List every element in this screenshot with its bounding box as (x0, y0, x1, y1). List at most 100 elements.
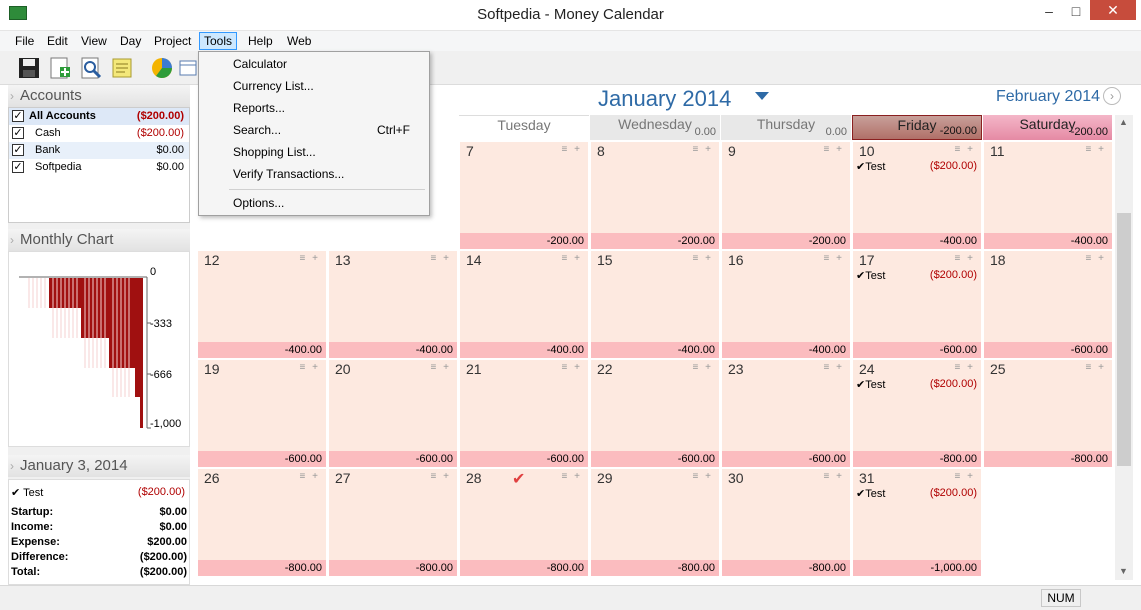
vertical-scrollbar[interactable]: ▲ ▼ (1115, 115, 1133, 580)
calendar-day-cell[interactable]: 7 ≡ + -200.00 (460, 142, 588, 249)
calendar-day-cell[interactable]: 26 ≡ + -800.00 (198, 469, 326, 576)
scroll-thumb[interactable] (1117, 213, 1131, 466)
note-add-icon[interactable]: ≡ + (300, 362, 320, 373)
note-add-icon[interactable]: ≡ + (824, 471, 844, 482)
calendar-day-cell[interactable]: 9 ≡ + -200.00 (722, 142, 850, 249)
menu-file[interactable]: File (11, 32, 38, 50)
calendar-day-cell[interactable]: 17 ≡ + ✔Test ($200.00) -600.00 (853, 251, 981, 358)
calendar-day-cell[interactable]: 12 ≡ + -400.00 (198, 251, 326, 358)
note-add-icon[interactable]: ≡ + (955, 471, 975, 482)
checkbox[interactable]: ✓ (12, 110, 24, 122)
note-add-icon[interactable]: ≡ + (1086, 144, 1106, 155)
calendar-day-cell[interactable]: 24 ≡ + ✔Test ($200.00) -800.00 (853, 360, 981, 467)
calendar-day-cell[interactable]: 19 ≡ + -600.00 (198, 360, 326, 467)
next-month-link[interactable]: February 2014 (996, 88, 1100, 106)
calendar-day-cell[interactable]: 29 ≡ + -800.00 (591, 469, 719, 576)
note-add-icon[interactable]: ≡ + (693, 362, 713, 373)
menu-web[interactable]: Web (283, 32, 315, 50)
note-add-icon[interactable]: ≡ + (300, 471, 320, 482)
calendar-day-cell[interactable]: 16 ≡ + -400.00 (722, 251, 850, 358)
note-add-icon[interactable]: ≡ + (824, 144, 844, 155)
note-add-icon[interactable]: ≡ + (1086, 253, 1106, 264)
cell-transaction[interactable]: ✔Test ($200.00) (856, 378, 977, 392)
note-add-icon[interactable]: ≡ + (562, 362, 582, 373)
account-row-bank[interactable]: ✓ Bank $0.00 (9, 142, 189, 159)
note-add-icon[interactable]: ≡ + (693, 144, 713, 155)
calendar-day-cell[interactable]: 31 ≡ + ✔Test ($200.00) -1,000.00 (853, 469, 981, 576)
calendar-day-cell[interactable]: 15 ≡ + -400.00 (591, 251, 719, 358)
menu-edit[interactable]: Edit (43, 32, 72, 50)
calendar-day-cell[interactable]: 11 ≡ + -400.00 (984, 142, 1112, 249)
scroll-down-arrow-icon[interactable]: ▼ (1119, 566, 1128, 576)
note-add-icon[interactable]: ≡ + (562, 144, 582, 155)
note-add-icon[interactable]: ≡ + (562, 253, 582, 264)
cell-transaction[interactable]: ✔Test ($200.00) (856, 160, 977, 174)
calendar-day-cell[interactable]: 30 ≡ + -800.00 (722, 469, 850, 576)
menu-currency-list[interactable]: Currency List... (233, 75, 314, 97)
note-add-icon[interactable]: ≡ + (955, 253, 975, 264)
menu-shopping-list[interactable]: Shopping List... (233, 141, 316, 163)
close-button[interactable]: ✕ (1090, 0, 1136, 20)
calendar-day-cell[interactable]: 18 ≡ + -600.00 (984, 251, 1112, 358)
note-add-icon[interactable]: ≡ + (431, 471, 451, 482)
checkbox[interactable]: ✓ (12, 161, 24, 173)
menu-help[interactable]: Help (244, 32, 277, 50)
note-add-icon[interactable]: ≡ + (955, 362, 975, 373)
menu-separator (229, 189, 425, 190)
next-month-arrow-icon[interactable]: › (1103, 87, 1121, 105)
calendar-day-cell[interactable]: 28 ≡ + ✔ -800.00 (460, 469, 588, 576)
menu-calculator[interactable]: Calculator (233, 53, 287, 75)
menu-reports[interactable]: Reports... (233, 97, 285, 119)
scroll-up-arrow-icon[interactable]: ▲ (1119, 117, 1128, 127)
day-number: 31 (859, 470, 875, 486)
calendar-day-cell[interactable]: 21 ≡ + -600.00 (460, 360, 588, 467)
day-transaction[interactable]: ✔ Test ($200.00) (11, 486, 187, 500)
cell-transaction[interactable]: ✔Test ($200.00) (856, 269, 977, 283)
monthly-chart-title: Monthly Chart (20, 231, 114, 248)
chart-tick-label: 0 (150, 266, 157, 278)
note-add-icon[interactable]: ≡ + (300, 253, 320, 264)
calendar-day-cell[interactable]: 25 ≡ + -800.00 (984, 360, 1112, 467)
note-add-icon[interactable]: ≡ + (431, 253, 451, 264)
calendar-day-cell[interactable]: 20 ≡ + -600.00 (329, 360, 457, 467)
calendar-day-cell[interactable]: 8 ≡ + -200.00 (591, 142, 719, 249)
minimize-button[interactable]: – (1036, 0, 1062, 22)
calendar-day-cell[interactable]: 23 ≡ + -600.00 (722, 360, 850, 467)
notes-icon[interactable] (110, 56, 134, 80)
menu-tools[interactable]: Tools (199, 32, 238, 50)
find-icon[interactable] (79, 56, 103, 80)
note-add-icon[interactable]: ≡ + (693, 471, 713, 482)
note-add-icon[interactable]: ≡ + (955, 144, 975, 155)
month-dropdown-icon[interactable] (755, 92, 769, 100)
cell-transaction[interactable]: ✔Test ($200.00) (856, 487, 977, 501)
save-icon[interactable] (17, 56, 41, 80)
note-add-icon[interactable]: ≡ + (824, 362, 844, 373)
account-row-cash[interactable]: ✓ Cash ($200.00) (9, 125, 189, 142)
add-transaction-icon[interactable] (48, 56, 72, 80)
calendar-day-cell[interactable]: 22 ≡ + -600.00 (591, 360, 719, 467)
account-row-softpedia[interactable]: ✓ Softpedia $0.00 (9, 159, 189, 176)
account-row-all[interactable]: ✓ All Accounts ($200.00) (9, 108, 189, 125)
menu-project[interactable]: Project (150, 32, 195, 50)
menu-verify-transactions[interactable]: Verify Transactions... (233, 163, 344, 185)
checkbox[interactable]: ✓ (12, 127, 24, 139)
day-number: 16 (728, 252, 744, 268)
menu-search[interactable]: Search... (233, 119, 281, 141)
note-add-icon[interactable]: ≡ + (824, 253, 844, 264)
calendar-day-cell[interactable]: 27 ≡ + -800.00 (329, 469, 457, 576)
calendar-day-cell[interactable]: 14 ≡ + -400.00 (460, 251, 588, 358)
calendar-day-cell[interactable]: 13 ≡ + -400.00 (329, 251, 457, 358)
checkbox[interactable]: ✓ (12, 144, 24, 156)
note-add-icon[interactable]: ≡ + (1086, 362, 1106, 373)
calendar-day-cell[interactable]: 10 ≡ + ✔Test ($200.00) -400.00 (853, 142, 981, 249)
calendar-view-icon[interactable] (178, 56, 198, 80)
maximize-button[interactable]: □ (1063, 0, 1089, 22)
menu-view[interactable]: View (77, 32, 111, 50)
menu-day[interactable]: Day (116, 32, 145, 50)
note-add-icon[interactable]: ≡ + (693, 253, 713, 264)
note-add-icon[interactable]: ≡ + (431, 362, 451, 373)
note-add-icon[interactable]: ≡ + (562, 471, 582, 482)
menu-options[interactable]: Options... (233, 192, 284, 214)
pie-chart-icon[interactable] (150, 56, 174, 80)
day-balance: -800.00 (984, 451, 1112, 467)
